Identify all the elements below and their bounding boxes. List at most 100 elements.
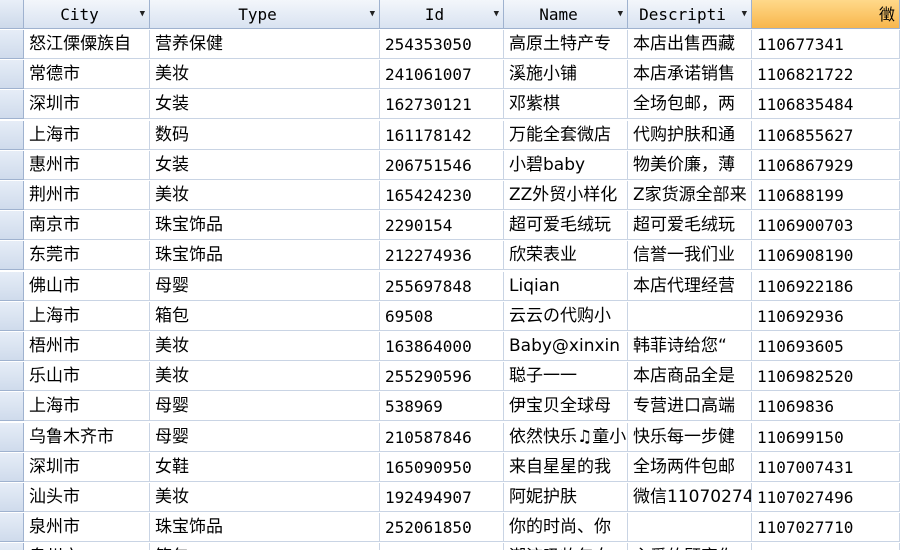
- row-selector[interactable]: [0, 362, 24, 392]
- cell-id[interactable]: 538969: [380, 392, 504, 422]
- cell-description[interactable]: 专营进口高端: [628, 392, 752, 422]
- cell-city[interactable]: 上海市: [24, 392, 150, 422]
- row-selector[interactable]: [0, 181, 24, 210]
- cell-id[interactable]: 255697848: [380, 271, 504, 301]
- cell-number[interactable]: 1107027496: [752, 483, 900, 512]
- dropdown-arrow-icon[interactable]: ▼: [494, 0, 499, 28]
- cell-description[interactable]: Z家货源全部来: [628, 181, 752, 210]
- table-row[interactable]: 泉州市 珠宝饰品 252061850 你的时尚、你 1107027710: [0, 513, 900, 543]
- cell-city[interactable]: 怒江傈僳族自: [24, 30, 150, 59]
- cell-number[interactable]: 110692936: [752, 301, 900, 331]
- cell-city[interactable]: 深圳市: [24, 90, 150, 120]
- cell-number[interactable]: 110699150: [752, 422, 900, 452]
- cell-number[interactable]: 1106855627: [752, 120, 900, 150]
- cell-id[interactable]: 69508: [380, 301, 504, 331]
- cell-type[interactable]: 女装: [150, 90, 380, 120]
- row-selector[interactable]: [0, 513, 24, 543]
- column-header-name[interactable]: Name ▼: [504, 0, 628, 29]
- cell-number[interactable]: 110677341: [752, 30, 900, 59]
- row-selector[interactable]: [0, 150, 24, 180]
- cell-id[interactable]: 2290154: [380, 211, 504, 241]
- cell-description[interactable]: [628, 513, 752, 543]
- cell-number[interactable]: 1107027710: [752, 513, 900, 543]
- cell-id[interactable]: [380, 543, 504, 550]
- row-selector[interactable]: [0, 90, 24, 120]
- row-selector[interactable]: [0, 271, 24, 301]
- cell-city[interactable]: 乐山市: [24, 362, 150, 392]
- cell-name[interactable]: Baby@xinxin: [504, 332, 628, 361]
- cell-description[interactable]: 全场两件包邮: [628, 452, 752, 482]
- table-row[interactable]: 乐山市 美妆 255290596 聪子一一 本店商品全是 1106982520: [0, 362, 900, 392]
- table-row[interactable]: 乌鲁木齐市 母婴 210587846 依然快乐♫童小 快乐每一步健 110699150: [0, 422, 900, 453]
- column-header-city[interactable]: City ▼: [24, 0, 150, 29]
- cell-type[interactable]: 美妆: [150, 332, 380, 361]
- table-row[interactable]: 上海市 箱包 69508 云云の代购小 110692936: [0, 301, 900, 332]
- cell-type[interactable]: 母婴: [150, 422, 380, 452]
- cell-description[interactable]: 快乐每一步健: [628, 422, 752, 452]
- cell-number[interactable]: 110693605: [752, 332, 900, 361]
- cell-type[interactable]: 女装: [150, 150, 380, 180]
- cell-city[interactable]: 上海市: [24, 120, 150, 150]
- table-row[interactable]: 东莞市 珠宝饰品 212274936 欣荣表业 信誉一我们业 1106908190: [0, 241, 900, 271]
- cell-name[interactable]: 小碧baby: [504, 150, 628, 180]
- cell-type[interactable]: 美妆: [150, 362, 380, 392]
- table-row[interactable]: 汕头市 美妆 192494907 阿妮护肤 微信11070274 1107027496: [0, 483, 900, 513]
- table-row[interactable]: 梧州市 美妆 163864000 Baby@xinxin 韩菲诗给您“ 110693605: [0, 332, 900, 362]
- cell-id[interactable]: 212274936: [380, 241, 504, 271]
- cell-number[interactable]: 11069836: [752, 392, 900, 422]
- table-row[interactable]: 南京市 珠宝饰品 2290154 超可爱毛绒玩 超可爱毛绒玩 1106900703: [0, 211, 900, 241]
- row-selector[interactable]: [0, 120, 24, 150]
- table-row[interactable]: 惠州市 女装 206751546 小碧baby 物美价廉，薄 1106867929: [0, 150, 900, 181]
- cell-city[interactable]: 上海市: [24, 301, 150, 331]
- cell-id[interactable]: 161178142: [380, 120, 504, 150]
- cell-type[interactable]: 珠宝饰品: [150, 211, 380, 241]
- cell-type[interactable]: 数码: [150, 120, 380, 150]
- dropdown-arrow-icon[interactable]: ▼: [618, 0, 623, 28]
- cell-number[interactable]: [752, 543, 900, 550]
- cell-description[interactable]: 物美价廉，薄: [628, 150, 752, 180]
- table-row[interactable]: 泉州市箱包 潮流吸妆包女主爱的顾客你: [0, 543, 900, 550]
- cell-type[interactable]: 箱包: [150, 543, 380, 550]
- cell-type[interactable]: 箱包: [150, 301, 380, 331]
- cell-number[interactable]: 1106835484: [752, 90, 900, 120]
- cell-city[interactable]: 泉州市: [24, 543, 150, 550]
- cell-description[interactable]: 代购护肤和通: [628, 120, 752, 150]
- cell-number[interactable]: 1106982520: [752, 362, 900, 392]
- cell-id[interactable]: 210587846: [380, 422, 504, 452]
- cell-city[interactable]: 佛山市: [24, 271, 150, 301]
- cell-city[interactable]: 东莞市: [24, 241, 150, 271]
- cell-type[interactable]: 母婴: [150, 271, 380, 301]
- cell-name[interactable]: Liqian: [504, 271, 628, 301]
- cell-name[interactable]: 溪施小铺: [504, 60, 628, 90]
- row-selector[interactable]: [0, 211, 24, 241]
- cell-city[interactable]: 泉州市: [24, 513, 150, 543]
- cell-name[interactable]: 欣荣表业: [504, 241, 628, 271]
- cell-id[interactable]: 254353050: [380, 30, 504, 59]
- cell-name[interactable]: 阿妮护肤: [504, 483, 628, 512]
- row-selector[interactable]: [0, 543, 24, 550]
- cell-type[interactable]: 珠宝饰品: [150, 513, 380, 543]
- cell-id[interactable]: 192494907: [380, 483, 504, 512]
- cell-name[interactable]: 高原土特产专: [504, 30, 628, 59]
- cell-name[interactable]: 来自星星的我: [504, 452, 628, 482]
- cell-city[interactable]: 乌鲁木齐市: [24, 422, 150, 452]
- cell-description[interactable]: 本店商品全是: [628, 362, 752, 392]
- row-selector[interactable]: [0, 241, 24, 271]
- table-row[interactable]: 上海市 母婴 538969 伊宝贝全球母 专营进口高端 11069836: [0, 392, 900, 422]
- cell-id[interactable]: 165090950: [380, 452, 504, 482]
- table-row[interactable]: 深圳市 女装 162730121 邓紫棋 全场包邮，两 1106835484: [0, 90, 900, 120]
- table-row[interactable]: 深圳市 女鞋 165090950 来自星星的我 全场两件包邮 1107007431: [0, 452, 900, 483]
- cell-id[interactable]: 252061850: [380, 513, 504, 543]
- row-selector[interactable]: [0, 452, 24, 482]
- cell-description[interactable]: 信誉一我们业: [628, 241, 752, 271]
- row-selector[interactable]: [0, 332, 24, 361]
- column-header-selected[interactable]: 徵: [752, 0, 900, 29]
- cell-city[interactable]: 梧州市: [24, 332, 150, 361]
- row-selector[interactable]: [0, 422, 24, 452]
- cell-name[interactable]: 依然快乐♫童小: [504, 422, 628, 452]
- cell-number[interactable]: 1106922186: [752, 271, 900, 301]
- cell-name[interactable]: ZZ外贸小样化: [504, 181, 628, 210]
- row-selector[interactable]: [0, 30, 24, 59]
- cell-city[interactable]: 常德市: [24, 60, 150, 90]
- cell-type[interactable]: 美妆: [150, 60, 380, 90]
